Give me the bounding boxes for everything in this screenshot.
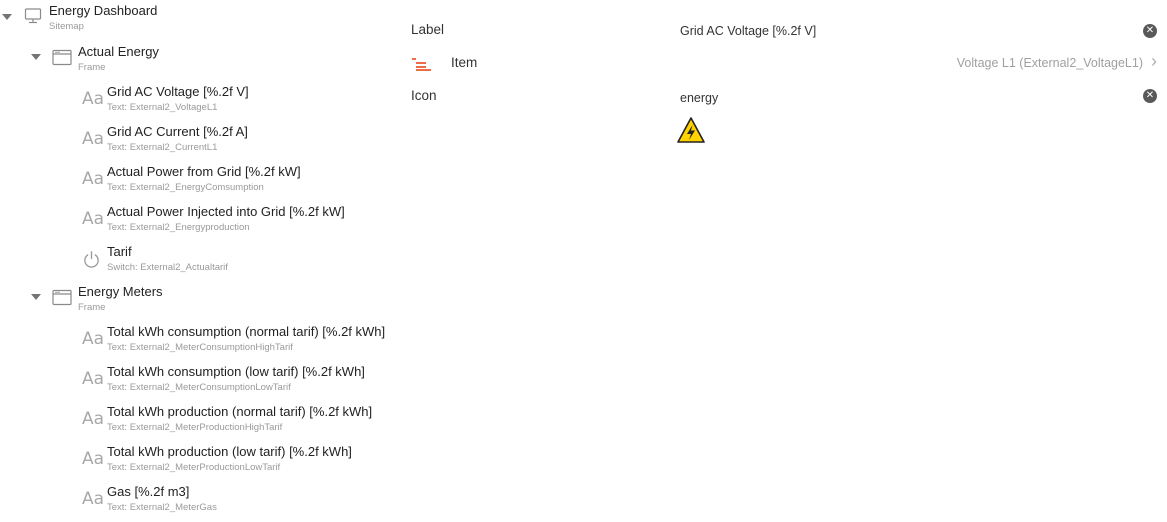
item-field-value: Voltage L1 (External2_VoltageL1): [956, 56, 1143, 70]
label-clear-icon[interactable]: ✕: [1143, 24, 1157, 38]
widget-title[interactable]: Actual Power from Grid [%.2f kW]: [107, 164, 301, 180]
frame-title[interactable]: Energy Meters: [78, 284, 163, 300]
power-icon: [82, 250, 101, 269]
chevron-right-icon: ›: [1151, 51, 1157, 71]
item-field-row[interactable]: Item Voltage L1 (External2_VoltageL1) ›: [400, 50, 1167, 78]
widget-subtitle: Text: External2_VoltageL1: [107, 102, 218, 113]
text-icon: Aa: [82, 489, 105, 509]
widget-title[interactable]: Total kWh consumption (normal tarif) [%.…: [107, 324, 385, 340]
widget-title[interactable]: Total kWh production (normal tarif) [%.2…: [107, 404, 372, 420]
frame-subtitle: Frame: [78, 302, 106, 313]
list-icon: [412, 57, 432, 76]
text-icon: Aa: [82, 409, 105, 429]
icon-field-value[interactable]: energy: [680, 91, 718, 105]
text-icon: Aa: [82, 329, 105, 349]
widget-subtitle: Text: External2_MeterProductionLowTarif: [107, 462, 281, 473]
widget-detail-panel: Label Grid AC Voltage [%.2f V] ✕ Item Vo…: [400, 0, 1167, 522]
warning-lightning-icon: [676, 116, 706, 149]
widget-title[interactable]: Gas [%.2f m3]: [107, 484, 189, 500]
widget-title[interactable]: Tarif: [107, 244, 132, 260]
widget-title[interactable]: Total kWh consumption (low tarif) [%.2f …: [107, 364, 365, 380]
text-icon: Aa: [82, 369, 105, 389]
widget-title[interactable]: Grid AC Voltage [%.2f V]: [107, 84, 249, 100]
widget-title[interactable]: Actual Power Injected into Grid [%.2f kW…: [107, 204, 345, 220]
label-field-name: Label: [411, 22, 445, 37]
item-field-name: Item: [451, 55, 478, 70]
frame-subtitle: Frame: [78, 62, 106, 73]
frame-icon: [52, 289, 72, 306]
collapse-caret-frame[interactable]: [31, 294, 41, 300]
sitemap-tree: Energy Dashboard Sitemap Actual Energy Fr…: [0, 0, 400, 522]
root-subtitle: Sitemap: [49, 21, 84, 32]
frame-icon: [52, 49, 72, 66]
widget-subtitle: Text: External2_MeterGas: [107, 502, 217, 513]
collapse-caret-root[interactable]: [2, 14, 12, 20]
text-icon: Aa: [82, 169, 105, 189]
frame-title[interactable]: Actual Energy: [78, 44, 159, 60]
icon-field-name: Icon: [411, 88, 437, 103]
widget-subtitle: Text: External2_CurrentL1: [107, 142, 218, 153]
icon-clear-icon[interactable]: ✕: [1143, 89, 1157, 103]
widget-title[interactable]: Total kWh production (low tarif) [%.2f k…: [107, 444, 352, 460]
widget-subtitle: Text: External2_MeterProductionHighTarif: [107, 422, 283, 433]
widget-title[interactable]: Grid AC Current [%.2f A]: [107, 124, 248, 140]
monitor-icon: [24, 7, 42, 25]
text-icon: Aa: [82, 129, 105, 149]
widget-subtitle: Text: External2_EnergyComsumption: [107, 182, 264, 193]
label-field-value[interactable]: Grid AC Voltage [%.2f V]: [680, 24, 816, 38]
root-title[interactable]: Energy Dashboard: [49, 3, 157, 19]
widget-subtitle: Text: External2_MeterConsumptionLowTarif: [107, 382, 291, 393]
text-icon: Aa: [82, 449, 105, 469]
text-icon: Aa: [82, 209, 105, 229]
text-icon: Aa: [82, 89, 105, 109]
widget-subtitle: Text: External2_MeterConsumptionHighTari…: [107, 342, 293, 353]
widget-subtitle: Text: External2_Energyproduction: [107, 222, 250, 233]
collapse-caret-frame[interactable]: [31, 54, 41, 60]
widget-subtitle: Switch: External2_Actualtarif: [107, 262, 228, 273]
